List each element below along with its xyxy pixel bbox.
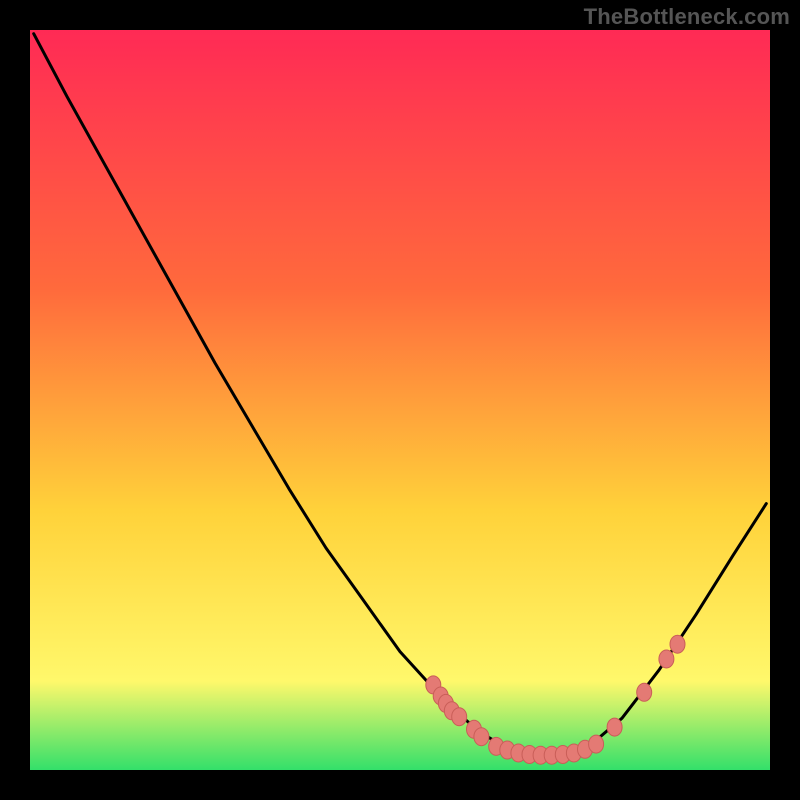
bottleneck-chart xyxy=(30,30,770,770)
plot-area xyxy=(30,30,770,770)
curve-marker xyxy=(589,735,604,753)
curve-marker xyxy=(452,708,467,726)
curve-marker xyxy=(659,650,674,668)
watermark-text: TheBottleneck.com xyxy=(584,4,790,30)
curve-marker xyxy=(474,728,489,746)
chart-frame: TheBottleneck.com xyxy=(0,0,800,800)
curve-marker xyxy=(607,718,622,736)
curve-marker xyxy=(670,635,685,653)
curve-marker xyxy=(637,683,652,701)
